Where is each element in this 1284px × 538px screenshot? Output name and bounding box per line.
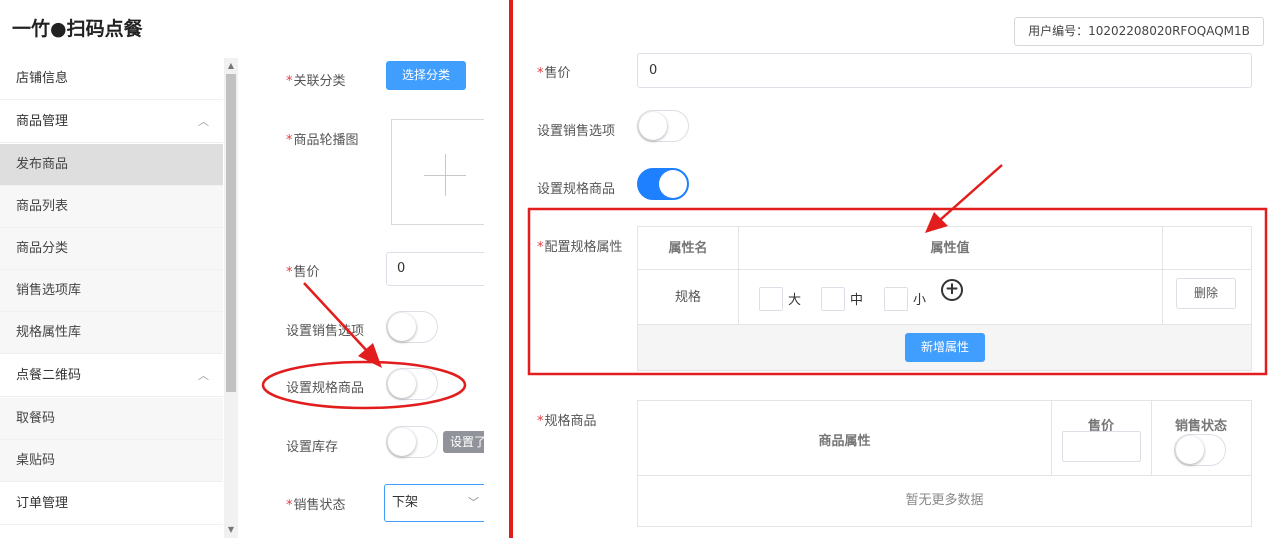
switch-knob: [639, 112, 667, 140]
sidebar-group-qrcode[interactable]: 点餐二维码 ︿: [0, 355, 223, 397]
price-input[interactable]: 0: [386, 252, 484, 286]
sale-status-label: *销售状态: [286, 498, 346, 513]
category-label: *关联分类: [286, 74, 346, 89]
sale-status-value: 下架: [392, 495, 419, 510]
sku-table: 商品属性 售价 销售状态 暂无更多数据: [637, 400, 1252, 527]
sale-status-select[interactable]: 下架 ﹀: [384, 484, 484, 522]
set-stock-button[interactable]: 设置了: [443, 431, 484, 453]
carousel-label: *商品轮播图: [286, 133, 359, 148]
spec-goods-switch-right[interactable]: [637, 168, 689, 200]
sidebar-item-goods-category[interactable]: 商品分类: [0, 228, 223, 270]
sidebar-item-label: 订单管理: [16, 496, 69, 511]
add-value-icon[interactable]: +: [941, 279, 963, 301]
sku-label: *规格商品: [537, 414, 597, 429]
switch-knob: [388, 313, 416, 341]
sidebar-item-table-sticker[interactable]: 桌贴码: [0, 440, 223, 482]
sidebar-item-label: 商品列表: [16, 199, 69, 214]
scroll-up-arrow-icon[interactable]: ▲: [226, 60, 236, 72]
attr-value-text: 大: [788, 293, 802, 308]
sidebar-group-goods[interactable]: 商品管理 ︿: [0, 101, 223, 143]
sidebar-item-pickup-code[interactable]: 取餐码: [0, 398, 223, 440]
spec-attr-label: *配置规格属性: [537, 240, 623, 255]
sale-option-switch[interactable]: [386, 311, 438, 343]
chevron-up-icon: ︿: [198, 369, 209, 382]
carousel-uploader[interactable]: [391, 119, 484, 225]
sku-table-header: 商品属性 售价 销售状态: [638, 401, 1251, 476]
attr-value-checkbox[interactable]: [884, 287, 908, 311]
publish-goods-form: *关联分类 选择分类 *商品轮播图 *售价 0 设置销售选项 设置规格商品 设置…: [256, 58, 484, 538]
sale-option-label: 设置销售选项: [286, 324, 365, 339]
spec-table-header: 属性名 属性值: [638, 227, 1251, 270]
spec-attr-table: 属性名 属性值 规格 大 中 小 + 删除 新增属性: [637, 226, 1252, 371]
sidebar-item-spec-library[interactable]: 规格属性库: [0, 312, 223, 354]
delete-attr-button[interactable]: 删除: [1176, 278, 1236, 309]
switch-knob: [388, 370, 416, 398]
sidebar-item-label: 桌贴码: [16, 453, 56, 468]
stock-switch[interactable]: [386, 426, 438, 458]
col-goods-attr: 商品属性: [818, 434, 871, 449]
sidebar-group-orders[interactable]: 订单管理: [0, 483, 223, 525]
stock-label: 设置库存: [286, 440, 339, 455]
sku-empty-text: 暂无更多数据: [905, 493, 984, 508]
attr-value-checkbox[interactable]: [759, 287, 783, 311]
attr-value-checkbox[interactable]: [821, 287, 845, 311]
sidebar-item-label: 发布商品: [16, 157, 69, 172]
attr-value-text: 中: [850, 293, 864, 308]
sidebar-item-goods-list[interactable]: 商品列表: [0, 186, 223, 228]
sidebar-item-label: 点餐二维码: [16, 368, 82, 383]
spec-table-footer: 新增属性: [638, 325, 1251, 370]
switch-knob: [388, 428, 416, 456]
select-category-button[interactable]: 选择分类: [386, 61, 466, 90]
sale-option-switch-right[interactable]: [637, 110, 689, 142]
sidebar-item-label: 规格属性库: [16, 325, 82, 340]
sale-option-label-right: 设置销售选项: [537, 124, 616, 139]
sidebar-item-label: 商品分类: [16, 241, 69, 256]
annotation-arrow-right: [939, 164, 1003, 221]
sidebar-item-label: 取餐码: [16, 411, 56, 426]
chevron-up-icon: ︿: [198, 115, 209, 128]
screenshot-divider: [509, 0, 513, 538]
price-input-right[interactable]: 0: [637, 53, 1252, 88]
user-id-badge: 用户编号：10202208020RFOQAQM1B: [1014, 17, 1264, 46]
sidebar-item-label: 商品管理: [16, 114, 69, 129]
spec-goods-label-right: 设置规格商品: [537, 182, 616, 197]
chevron-down-icon: ﹀: [468, 496, 479, 509]
attr-name-cell: 规格: [674, 290, 701, 305]
sidebar-item-label: 店铺信息: [16, 71, 69, 86]
sku-price-input[interactable]: [1062, 431, 1141, 462]
col-attr-value: 属性值: [930, 241, 970, 256]
table-row: 规格 大 中 小 + 删除: [638, 270, 1251, 325]
sku-status-switch[interactable]: [1174, 434, 1226, 466]
switch-knob: [659, 170, 687, 198]
spec-goods-label: 设置规格商品: [286, 381, 365, 396]
switch-knob: [1176, 436, 1204, 464]
scrollbar-thumb[interactable]: [226, 74, 236, 392]
sidebar-scrollbar[interactable]: ▲ ▼: [224, 58, 238, 538]
sidebar-item-shop-info[interactable]: 店铺信息: [0, 58, 223, 100]
col-attr-name: 属性名: [668, 241, 708, 256]
sidebar-item-sale-options[interactable]: 销售选项库: [0, 270, 223, 312]
price-label-right: *售价: [537, 66, 571, 81]
attr-value-text: 小: [913, 293, 927, 308]
spec-goods-switch[interactable]: [386, 368, 438, 400]
sidebar-item-label: 销售选项库: [16, 283, 82, 298]
app-title: 一竹●扫码点餐: [12, 18, 143, 40]
col-sale-status: 销售状态: [1174, 419, 1227, 434]
add-attr-button[interactable]: 新增属性: [905, 333, 985, 362]
sidebar: 店铺信息 商品管理 ︿ 发布商品 商品列表 商品分类 销售选项库 规格属性库 点餐…: [0, 58, 238, 538]
scroll-down-arrow-icon[interactable]: ▼: [226, 524, 236, 536]
sidebar-item-publish-goods[interactable]: 发布商品: [0, 144, 223, 186]
price-label: *售价: [286, 265, 320, 280]
